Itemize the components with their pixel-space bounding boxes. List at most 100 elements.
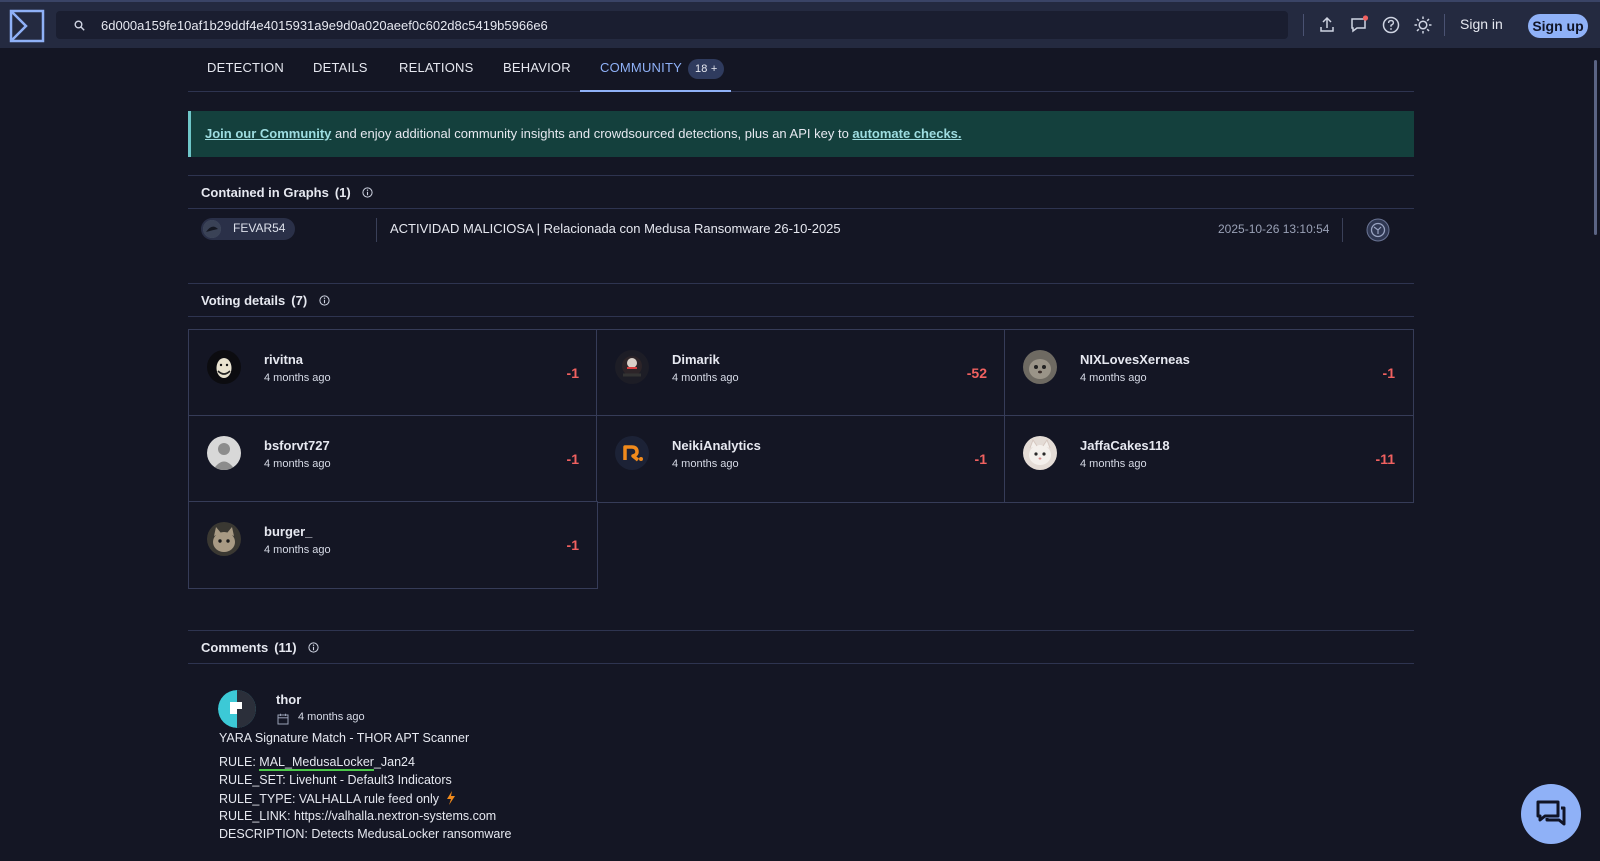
graphs-title: Contained in Graphs	[201, 185, 329, 200]
help-icon[interactable]	[1381, 15, 1401, 35]
avatar	[207, 436, 241, 470]
tab-community-label: COMMUNITY	[600, 60, 682, 75]
bolt-icon	[446, 791, 455, 805]
comment-author[interactable]: thor	[276, 692, 301, 707]
automate-checks-link[interactable]: automate checks.	[852, 126, 961, 141]
avatar	[1023, 350, 1057, 384]
vote-card[interactable]: JaffaCakes118 4 months ago -11	[1004, 415, 1414, 503]
voting-title: Voting details	[201, 293, 286, 308]
community-count-badge: 18 +	[687, 59, 725, 79]
comments-section-header: Comments (11)	[188, 630, 1414, 664]
voting-count: (7)	[291, 293, 308, 308]
votes-grid: rivitna 4 months ago -1 Dimarik 4 months…	[188, 329, 1414, 590]
comment-rule-link: RULE_LINK: https://valhalla.nextron-syst…	[219, 809, 497, 823]
vote-time: 4 months ago	[264, 544, 331, 556]
rule-suffix: _Jan24	[373, 755, 415, 769]
graph-date: 2025-10-26 13:10:54	[1218, 222, 1330, 236]
vote-time: 4 months ago	[1080, 458, 1147, 470]
voter-name[interactable]: JaffaCakes118	[1080, 438, 1170, 453]
user-chip[interactable]: FEVAR54	[201, 218, 295, 240]
vote-score: -11	[1375, 451, 1395, 467]
vote-score: -52	[966, 365, 987, 381]
vote-score: -1	[566, 365, 579, 381]
avatar	[615, 350, 649, 384]
vote-time: 4 months ago	[264, 372, 331, 384]
tab-detection[interactable]: DETECTION	[207, 50, 284, 92]
search-icon	[74, 20, 85, 31]
vote-time: 4 months ago	[1080, 372, 1147, 384]
vote-card[interactable]: Dimarik 4 months ago -52	[596, 329, 1006, 417]
info-icon[interactable]	[308, 642, 319, 653]
info-icon[interactable]	[362, 187, 373, 198]
vote-time: 4 months ago	[264, 458, 331, 470]
search-input[interactable]	[101, 15, 1271, 35]
comment-headline: YARA Signature Match - THOR APT Scanner	[219, 731, 470, 745]
vote-card[interactable]: rivitna 4 months ago -1	[188, 329, 598, 417]
top-bar: Sign in Sign up	[0, 0, 1600, 48]
vote-score: -1	[566, 537, 579, 553]
chat-icon[interactable]	[1349, 15, 1369, 35]
tab-community[interactable]: COMMUNITY 18 +	[580, 50, 731, 92]
comment-rule-type: RULE_TYPE: VALHALLA rule feed only	[219, 791, 456, 806]
vote-card[interactable]: burger_ 4 months ago -1	[188, 501, 598, 589]
graphs-count: (1)	[334, 185, 351, 200]
avatar	[203, 220, 221, 238]
avatar	[615, 436, 649, 470]
graph-owner: FEVAR54	[233, 221, 286, 235]
voting-section-header: Voting details (7)	[188, 283, 1414, 317]
comments-count: (11)	[274, 640, 297, 655]
comment: thor 4 months ago YARA Signature Match -…	[188, 680, 1414, 861]
banner-text: and enjoy additional community insights …	[331, 126, 853, 141]
vote-card[interactable]: NIXLovesXerneas 4 months ago -1	[1004, 329, 1414, 417]
vote-score: -1	[566, 451, 579, 467]
avatar[interactable]	[218, 690, 256, 728]
vote-score: -1	[974, 451, 987, 467]
voter-name[interactable]: Dimarik	[672, 352, 720, 367]
comment-rule: RULE: MAL_MedusaLocker_Jan24	[219, 755, 415, 771]
toolbar-separator	[1444, 14, 1445, 36]
graph-row[interactable]: FEVAR54 ACTIVIDAD MALICIOSA | Relacionad…	[188, 210, 1414, 252]
avatar	[207, 522, 241, 556]
vote-time: 4 months ago	[672, 372, 739, 384]
toolbar-separator	[1303, 14, 1304, 36]
avatar	[207, 350, 241, 384]
comment-time: 4 months ago	[298, 711, 365, 723]
sign-up-button[interactable]: Sign up	[1528, 14, 1588, 38]
rule-type-text: RULE_TYPE: VALHALLA rule feed only	[219, 792, 440, 806]
comment-description: DESCRIPTION: Detects MedusaLocker ransom…	[219, 827, 512, 841]
info-icon[interactable]	[319, 295, 330, 306]
tab-behavior[interactable]: BEHAVIOR	[503, 50, 571, 92]
vote-card[interactable]: NeikiAnalytics 4 months ago -1	[596, 415, 1006, 503]
graph-divider	[1342, 218, 1343, 242]
tab-relations[interactable]: RELATIONS	[399, 50, 474, 92]
voter-name[interactable]: NIXLovesXerneas	[1080, 352, 1190, 367]
vote-time: 4 months ago	[672, 458, 739, 470]
scrollbar[interactable]	[1594, 60, 1597, 235]
graph-icon[interactable]	[1366, 218, 1390, 242]
avatar	[1023, 436, 1057, 470]
sign-in-button[interactable]: Sign in	[1460, 16, 1503, 32]
rule-prefix: RULE:	[219, 755, 260, 769]
theme-icon[interactable]	[1413, 15, 1433, 35]
voter-name[interactable]: bsforvt727	[264, 438, 330, 453]
tab-bar: DETECTION DETAILS RELATIONS BEHAVIOR COM…	[188, 50, 1414, 92]
voter-name[interactable]: burger_	[264, 524, 312, 539]
chat-fab-button[interactable]	[1521, 784, 1581, 844]
upload-icon[interactable]	[1317, 15, 1337, 35]
chat-bubbles-icon	[1536, 800, 1566, 826]
graph-name[interactable]: ACTIVIDAD MALICIOSA | Relacionada con Me…	[390, 221, 841, 236]
logo-icon[interactable]	[8, 8, 46, 44]
community-banner: Join our Community and enjoy additional …	[188, 111, 1414, 157]
vote-card[interactable]: bsforvt727 4 months ago -1	[188, 415, 598, 503]
search-bar	[56, 11, 1288, 39]
graphs-section-header: Contained in Graphs (1)	[188, 175, 1414, 209]
voter-name[interactable]: NeikiAnalytics	[672, 438, 761, 453]
vote-score: -1	[1382, 365, 1395, 381]
join-community-link[interactable]: Join our Community	[205, 126, 331, 141]
graph-divider	[376, 218, 377, 242]
comment-rule-set: RULE_SET: Livehunt - Default3 Indicators	[219, 773, 452, 787]
rule-name: MAL_MedusaLocker	[259, 755, 374, 771]
voter-name[interactable]: rivitna	[264, 352, 303, 367]
comments-title: Comments	[201, 640, 269, 655]
tab-details[interactable]: DETAILS	[313, 50, 368, 92]
